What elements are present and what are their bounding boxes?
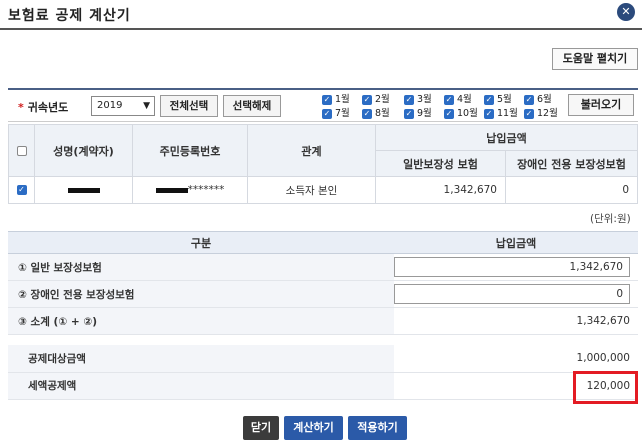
calculate-button[interactable]: 계산하기	[284, 416, 343, 440]
month-label: 7월	[335, 108, 350, 119]
month-label: 2월	[375, 94, 390, 105]
target-amount-label: 공제대상금액	[8, 345, 394, 373]
subtotal-value: 1,342,670	[394, 307, 638, 335]
checkbox-checked-icon: ✓	[484, 94, 494, 105]
month-checkboxes: ✓ 1월 ✓ 2월 ✓ 3월 ✓ 4월 ✓ 5월 ✓ 6월 ✓ 7월 ✓ 8월 ✓ 9월 ✓ 10월…	[322, 93, 567, 121]
row-checkbox[interactable]: ✓	[8, 176, 35, 204]
deduction-row: 공제대상금액 1,000,000	[8, 345, 638, 373]
header-category: 구분	[8, 231, 394, 254]
required-icon: *	[18, 101, 24, 114]
month-label: 11월	[497, 108, 518, 119]
header-payment: 납입금액	[375, 124, 638, 151]
checkbox-checked-icon: ✓	[444, 94, 454, 105]
rrn-suffix: *******	[187, 184, 225, 196]
redaction-bar	[67, 187, 100, 193]
summary-row: ③ 소계 (① + ②) 1,342,670	[8, 307, 638, 335]
masked-rrn: *******	[132, 176, 248, 204]
table-row[interactable]: ✓ ******* 소득자 본인 1,342,670 0	[8, 176, 638, 204]
highlight-box	[573, 371, 638, 404]
checkbox-checked-icon: ✓	[444, 108, 454, 119]
year-select[interactable]: 2019 ▼	[91, 96, 155, 116]
general-amount-input[interactable]: 1,342,670	[394, 257, 630, 277]
month-checkbox-8[interactable]: ✓ 8월	[362, 107, 390, 120]
checkbox-checked-icon: ✓	[524, 108, 534, 119]
month-label: 10월	[457, 108, 478, 119]
header-amount: 납입금액	[394, 231, 638, 254]
target-amount-value: 1,000,000	[394, 345, 638, 373]
disabled-amount-cell: 0	[505, 176, 638, 204]
apply-button[interactable]: 적용하기	[348, 416, 407, 440]
summary-label-general: ① 일반 보장성보험	[8, 253, 394, 281]
summary-cell-general: 1,342,670	[394, 253, 638, 281]
checkbox-checked-icon: ✓	[362, 94, 372, 105]
summary-row: ① 일반 보장성보험 1,342,670	[8, 253, 638, 281]
checkbox-checked-icon: ✓	[322, 108, 332, 119]
checkbox-checked-icon: ✓	[404, 108, 414, 119]
tax-credit-label: 세액공제액	[8, 372, 394, 400]
close-button[interactable]: 닫기	[243, 416, 279, 440]
month-checkbox-11[interactable]: ✓ 11월	[484, 107, 518, 120]
header-disabled: 장애인 전용 보장성보험	[505, 150, 638, 177]
month-label: 5월	[497, 94, 512, 105]
masked-name	[34, 176, 133, 204]
header-select-all[interactable]	[8, 124, 35, 177]
summary-label-subtotal: ③ 소계 (① + ②)	[8, 307, 394, 335]
month-checkbox-10[interactable]: ✓ 10월	[444, 107, 478, 120]
header-general: 일반보장성 보험	[375, 150, 506, 177]
month-label: 1월	[335, 94, 350, 105]
title-bar: 보험료 공제 계산기 ✕	[0, 0, 642, 30]
month-checkbox-1[interactable]: ✓ 1월	[322, 93, 350, 106]
close-icon[interactable]: ✕	[617, 3, 635, 21]
summary-cell-disabled: 0	[394, 280, 638, 308]
deduction-table: 공제대상금액 1,000,000 세액공제액 120,000	[8, 345, 638, 400]
month-checkbox-3[interactable]: ✓ 3월	[404, 93, 432, 106]
payee-table: 성명(계약자) 주민등록번호 관계 납입금액 일반보장성 보험 장애인 전용 보…	[8, 124, 638, 204]
month-label: 6월	[537, 94, 552, 105]
year-value: 2019	[97, 100, 123, 111]
year-label-text: 귀속년도	[27, 101, 69, 114]
month-checkbox-12[interactable]: ✓ 12월	[524, 107, 558, 120]
checkbox-checked-icon: ✓	[484, 108, 494, 119]
month-label: 9월	[417, 108, 432, 119]
summary-table: 구분 납입금액 ① 일반 보장성보험 1,342,670 ② 장애인 전용 보장…	[8, 231, 638, 335]
month-label: 12월	[537, 108, 558, 119]
header-relation: 관계	[247, 124, 376, 177]
load-button[interactable]: 불러오기	[568, 94, 634, 116]
disabled-amount-input[interactable]: 0	[394, 284, 630, 304]
checkbox-checked-icon: ✓	[362, 108, 372, 119]
deduction-row: 세액공제액 120,000	[8, 372, 638, 400]
checkbox-checked-icon: ✓	[404, 94, 414, 105]
unit-label: (단위:원)	[590, 213, 631, 225]
redaction-bar	[155, 187, 188, 193]
deselect-button[interactable]: 선택해제	[223, 95, 281, 117]
checkbox-checked-icon: ✓	[16, 185, 27, 195]
checkbox-empty-icon	[16, 146, 27, 156]
month-checkbox-7[interactable]: ✓ 7월	[322, 107, 350, 120]
month-checkbox-5[interactable]: ✓ 5월	[484, 93, 512, 106]
month-checkbox-9[interactable]: ✓ 9월	[404, 107, 432, 120]
window-title: 보험료 공제 계산기	[8, 8, 131, 24]
month-checkbox-6[interactable]: ✓ 6월	[524, 93, 552, 106]
help-toggle-button[interactable]: 도움말 펼치기	[552, 48, 638, 70]
relation-cell: 소득자 본인	[247, 176, 376, 204]
summary-row: ② 장애인 전용 보장성보험 0	[8, 280, 638, 308]
summary-label-disabled: ② 장애인 전용 보장성보험	[8, 280, 394, 308]
month-label: 8월	[375, 108, 390, 119]
select-all-button[interactable]: 전체선택	[160, 95, 218, 117]
general-amount-cell: 1,342,670	[375, 176, 506, 204]
month-label: 4월	[457, 94, 472, 105]
header-rrn: 주민등록번호	[132, 124, 248, 177]
month-checkbox-2[interactable]: ✓ 2월	[362, 93, 390, 106]
checkbox-checked-icon: ✓	[322, 94, 332, 105]
year-label: * 귀속년도	[18, 99, 68, 115]
month-label: 3월	[417, 94, 432, 105]
checkbox-checked-icon: ✓	[524, 94, 534, 105]
chevron-down-icon: ▼	[143, 101, 150, 111]
month-checkbox-4[interactable]: ✓ 4월	[444, 93, 472, 106]
header-name: 성명(계약자)	[34, 124, 133, 177]
